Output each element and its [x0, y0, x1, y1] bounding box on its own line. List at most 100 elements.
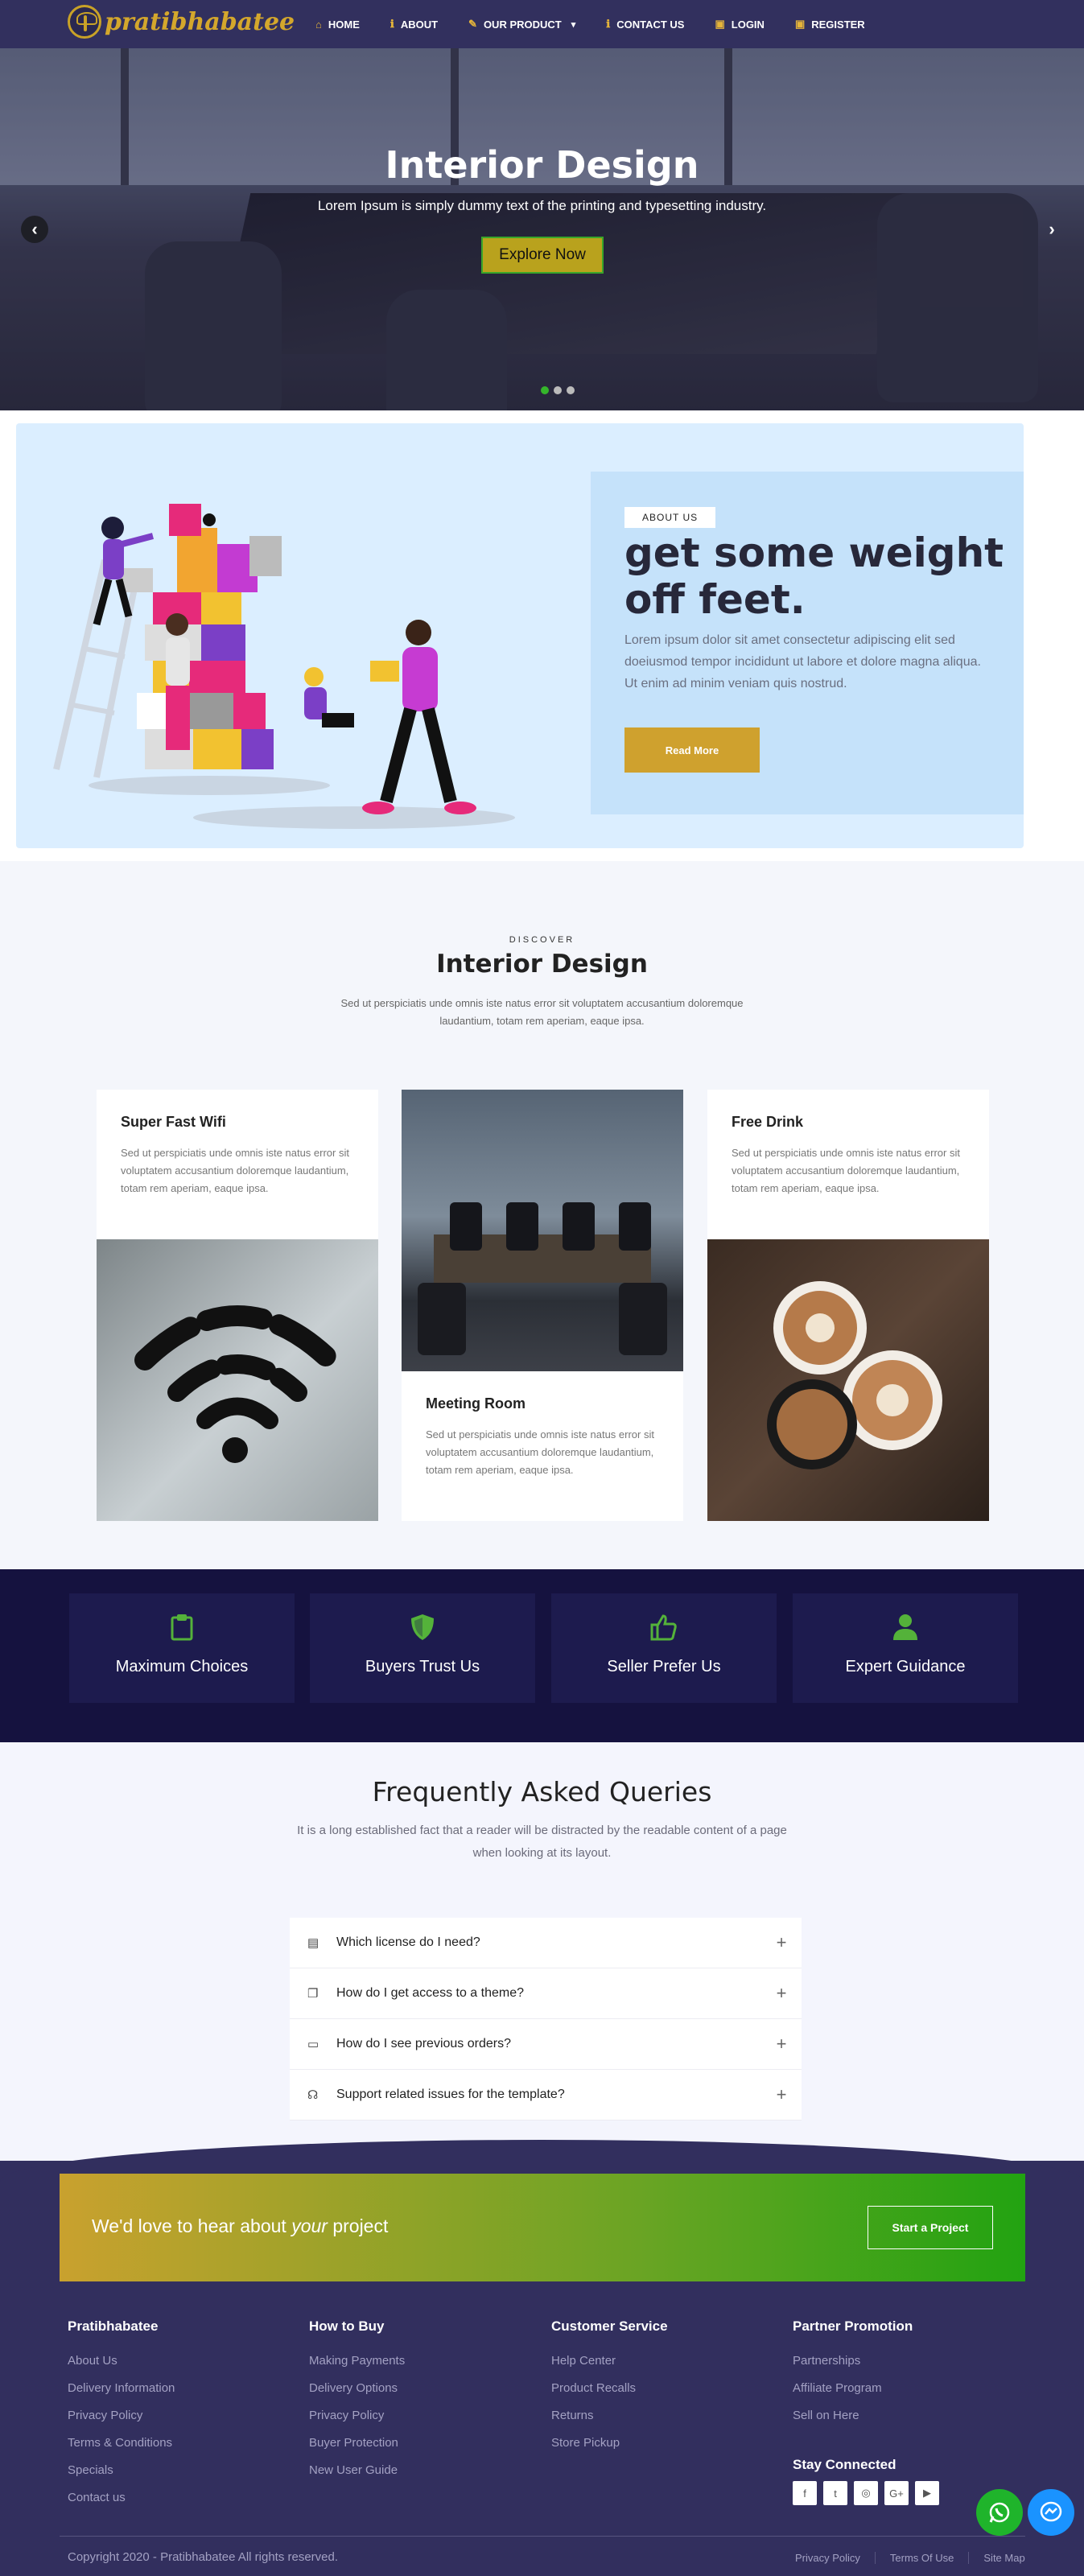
footer-link[interactable]: New User Guide: [309, 2463, 502, 2491]
footer-col-title: How to Buy: [309, 2318, 385, 2334]
terms-of-use-link[interactable]: Terms Of Use: [876, 2552, 970, 2564]
user-icon: [889, 1611, 921, 1643]
footer-link[interactable]: Making Payments: [309, 2354, 502, 2381]
card-meeting-room: Meeting Room Sed ut perspiciatis unde om…: [402, 1371, 683, 1521]
footer-col-partner-promotion: Partner Promotion Partnerships Affiliate…: [793, 2318, 986, 2505]
meeting-table-graphic: [418, 1202, 667, 1355]
footer-link[interactable]: Help Center: [551, 2354, 744, 2381]
read-more-button[interactable]: Read More: [624, 727, 760, 773]
plus-icon[interactable]: +: [761, 2084, 802, 2105]
hero-title: Interior Design: [385, 143, 699, 187]
footer-link[interactable]: Returns: [551, 2409, 744, 2436]
card-icon: ▭: [307, 2038, 319, 2051]
wifi-icon: [134, 1305, 340, 1463]
cta-text-emphasis: your: [291, 2215, 328, 2236]
footer-link[interactable]: Delivery Information: [68, 2381, 261, 2409]
google-plus-icon[interactable]: G+: [884, 2481, 909, 2505]
footer-link[interactable]: Affiliate Program: [793, 2381, 986, 2409]
nav-item-login[interactable]: ▣ LOGIN: [715, 18, 764, 31]
nav-item-about[interactable]: ℹ ABOUT: [390, 18, 438, 31]
nav-label: LOGIN: [731, 18, 765, 31]
cta-text-pre: We'd love to hear about: [92, 2215, 292, 2236]
faq-item[interactable]: ▭ How do I see previous orders? +: [290, 2019, 802, 2070]
messenger-icon[interactable]: [1028, 2489, 1074, 2536]
tree-logo-icon: [68, 5, 101, 39]
hero-subtitle: Lorem Ipsum is simply dummy text of the …: [317, 198, 767, 213]
footer-link[interactable]: Store Pickup: [551, 2436, 744, 2463]
whatsapp-icon[interactable]: [976, 2489, 1023, 2536]
top-navbar: pratibhabatee ⌂ HOME ℹ ABOUT ✎ OUR PRODUCT ▾…: [0, 0, 1084, 48]
about-badge: ABOUT US: [624, 507, 716, 528]
feature-expert-guidance: Expert Guidance: [793, 1593, 1018, 1703]
footer-col-pratibhabatee: Pratibhabatee About Us Delivery Informat…: [68, 2318, 261, 2518]
discover-section: DISCOVER Interior Design Sed ut perspici…: [0, 861, 1084, 1569]
nav-label: HOME: [328, 18, 360, 31]
feature-maximum-choices: Maximum Choices: [69, 1593, 295, 1703]
card-text: Sed ut perspiciatis unde omnis iste natu…: [732, 1147, 960, 1194]
faq-section: Frequently Asked Queries It is a long es…: [0, 1742, 1084, 2161]
facebook-icon[interactable]: f: [793, 2481, 817, 2505]
feature-label: Expert Guidance: [845, 1658, 966, 1675]
arrow-left-icon[interactable]: ‹: [21, 216, 48, 243]
discover-title: Interior Design: [436, 950, 648, 979]
card-text: Sed ut perspiciatis unde omnis iste natu…: [121, 1147, 349, 1194]
lock-icon: ▣: [794, 18, 806, 30]
home-icon: ⌂: [315, 18, 322, 31]
slider-dot[interactable]: [567, 386, 575, 394]
nav-item-our-product[interactable]: ✎ OUR PRODUCT ▾: [468, 18, 575, 31]
plus-icon[interactable]: +: [761, 1983, 802, 2004]
faq-question: How do I get access to a theme?: [336, 1986, 525, 2000]
slider-dots: [541, 386, 579, 394]
card-title: Super Fast Wifi: [121, 1114, 226, 1130]
faq-item[interactable]: ☊ Support related issues for the templat…: [290, 2070, 802, 2121]
stay-connected-title: Stay Connected: [793, 2457, 896, 2472]
wifi-photo: [97, 1239, 378, 1521]
feature-label: Buyers Trust Us: [365, 1658, 480, 1675]
nav-item-register[interactable]: ▣ REGISTER: [795, 18, 865, 31]
hero-overlay: [0, 48, 1084, 410]
chevron-down-icon: ▾: [571, 19, 576, 30]
about-panel: ABOUT US get some weight off feet. Lorem…: [16, 423, 1024, 848]
footer-link[interactable]: Contact us: [68, 2491, 261, 2518]
instagram-icon[interactable]: ◎: [854, 2481, 878, 2505]
youtube-icon[interactable]: ▶: [915, 2481, 939, 2505]
nav-label: REGISTER: [811, 18, 865, 31]
pencil-icon: ✎: [468, 18, 477, 30]
footer-col-title: Partner Promotion: [793, 2318, 913, 2334]
nav-label: ABOUT: [400, 18, 439, 31]
site-map-link[interactable]: Site Map: [969, 2552, 1024, 2564]
nav-item-contact-us[interactable]: ℹ CONTACT US: [606, 18, 684, 31]
shield-icon: [406, 1611, 439, 1643]
faq-item[interactable]: ▤ Which license do I need? +: [290, 1918, 802, 1968]
footer-link[interactable]: Buyer Protection: [309, 2436, 502, 2463]
plus-icon[interactable]: +: [761, 2034, 802, 2055]
brand-logo[interactable]: pratibhabatee: [68, 5, 295, 39]
footer-link[interactable]: Terms & Conditions: [68, 2436, 261, 2463]
info-icon: ℹ: [606, 18, 611, 30]
privacy-policy-link[interactable]: Privacy Policy: [781, 2552, 876, 2564]
footer-link[interactable]: Delivery Options: [309, 2381, 502, 2409]
nav-item-home[interactable]: ⌂ HOME: [315, 19, 360, 31]
footer-link[interactable]: Specials: [68, 2463, 261, 2491]
start-project-button[interactable]: Start a Project: [868, 2206, 993, 2249]
about-title: get some weight off feet.: [624, 530, 1004, 623]
plus-icon[interactable]: +: [761, 1932, 802, 1953]
faq-item[interactable]: ❐ How do I get access to a theme? +: [290, 1968, 802, 2019]
footer-link[interactable]: Privacy Policy: [68, 2409, 261, 2436]
footer-link[interactable]: Privacy Policy: [309, 2409, 502, 2436]
explore-now-button[interactable]: Explore Now: [481, 237, 604, 274]
info-icon: ℹ: [389, 18, 394, 30]
footer-link[interactable]: About Us: [68, 2354, 261, 2381]
feature-label: Maximum Choices: [115, 1658, 249, 1675]
feature-seller-prefer-us: Seller Prefer Us: [551, 1593, 777, 1703]
about-text: Lorem ipsum dolor sit amet consectetur a…: [624, 633, 981, 690]
slider-dot[interactable]: [541, 386, 549, 394]
twitter-icon[interactable]: t: [823, 2481, 847, 2505]
copy-icon: ❐: [307, 1987, 319, 2001]
arrow-right-icon[interactable]: ›: [1038, 216, 1065, 243]
footer-link[interactable]: Partnerships: [793, 2354, 986, 2381]
slider-dot[interactable]: [554, 386, 562, 394]
card-title: Free Drink: [732, 1114, 804, 1130]
footer-link[interactable]: Sell on Here: [793, 2409, 986, 2436]
footer-link[interactable]: Product Recalls: [551, 2381, 744, 2409]
